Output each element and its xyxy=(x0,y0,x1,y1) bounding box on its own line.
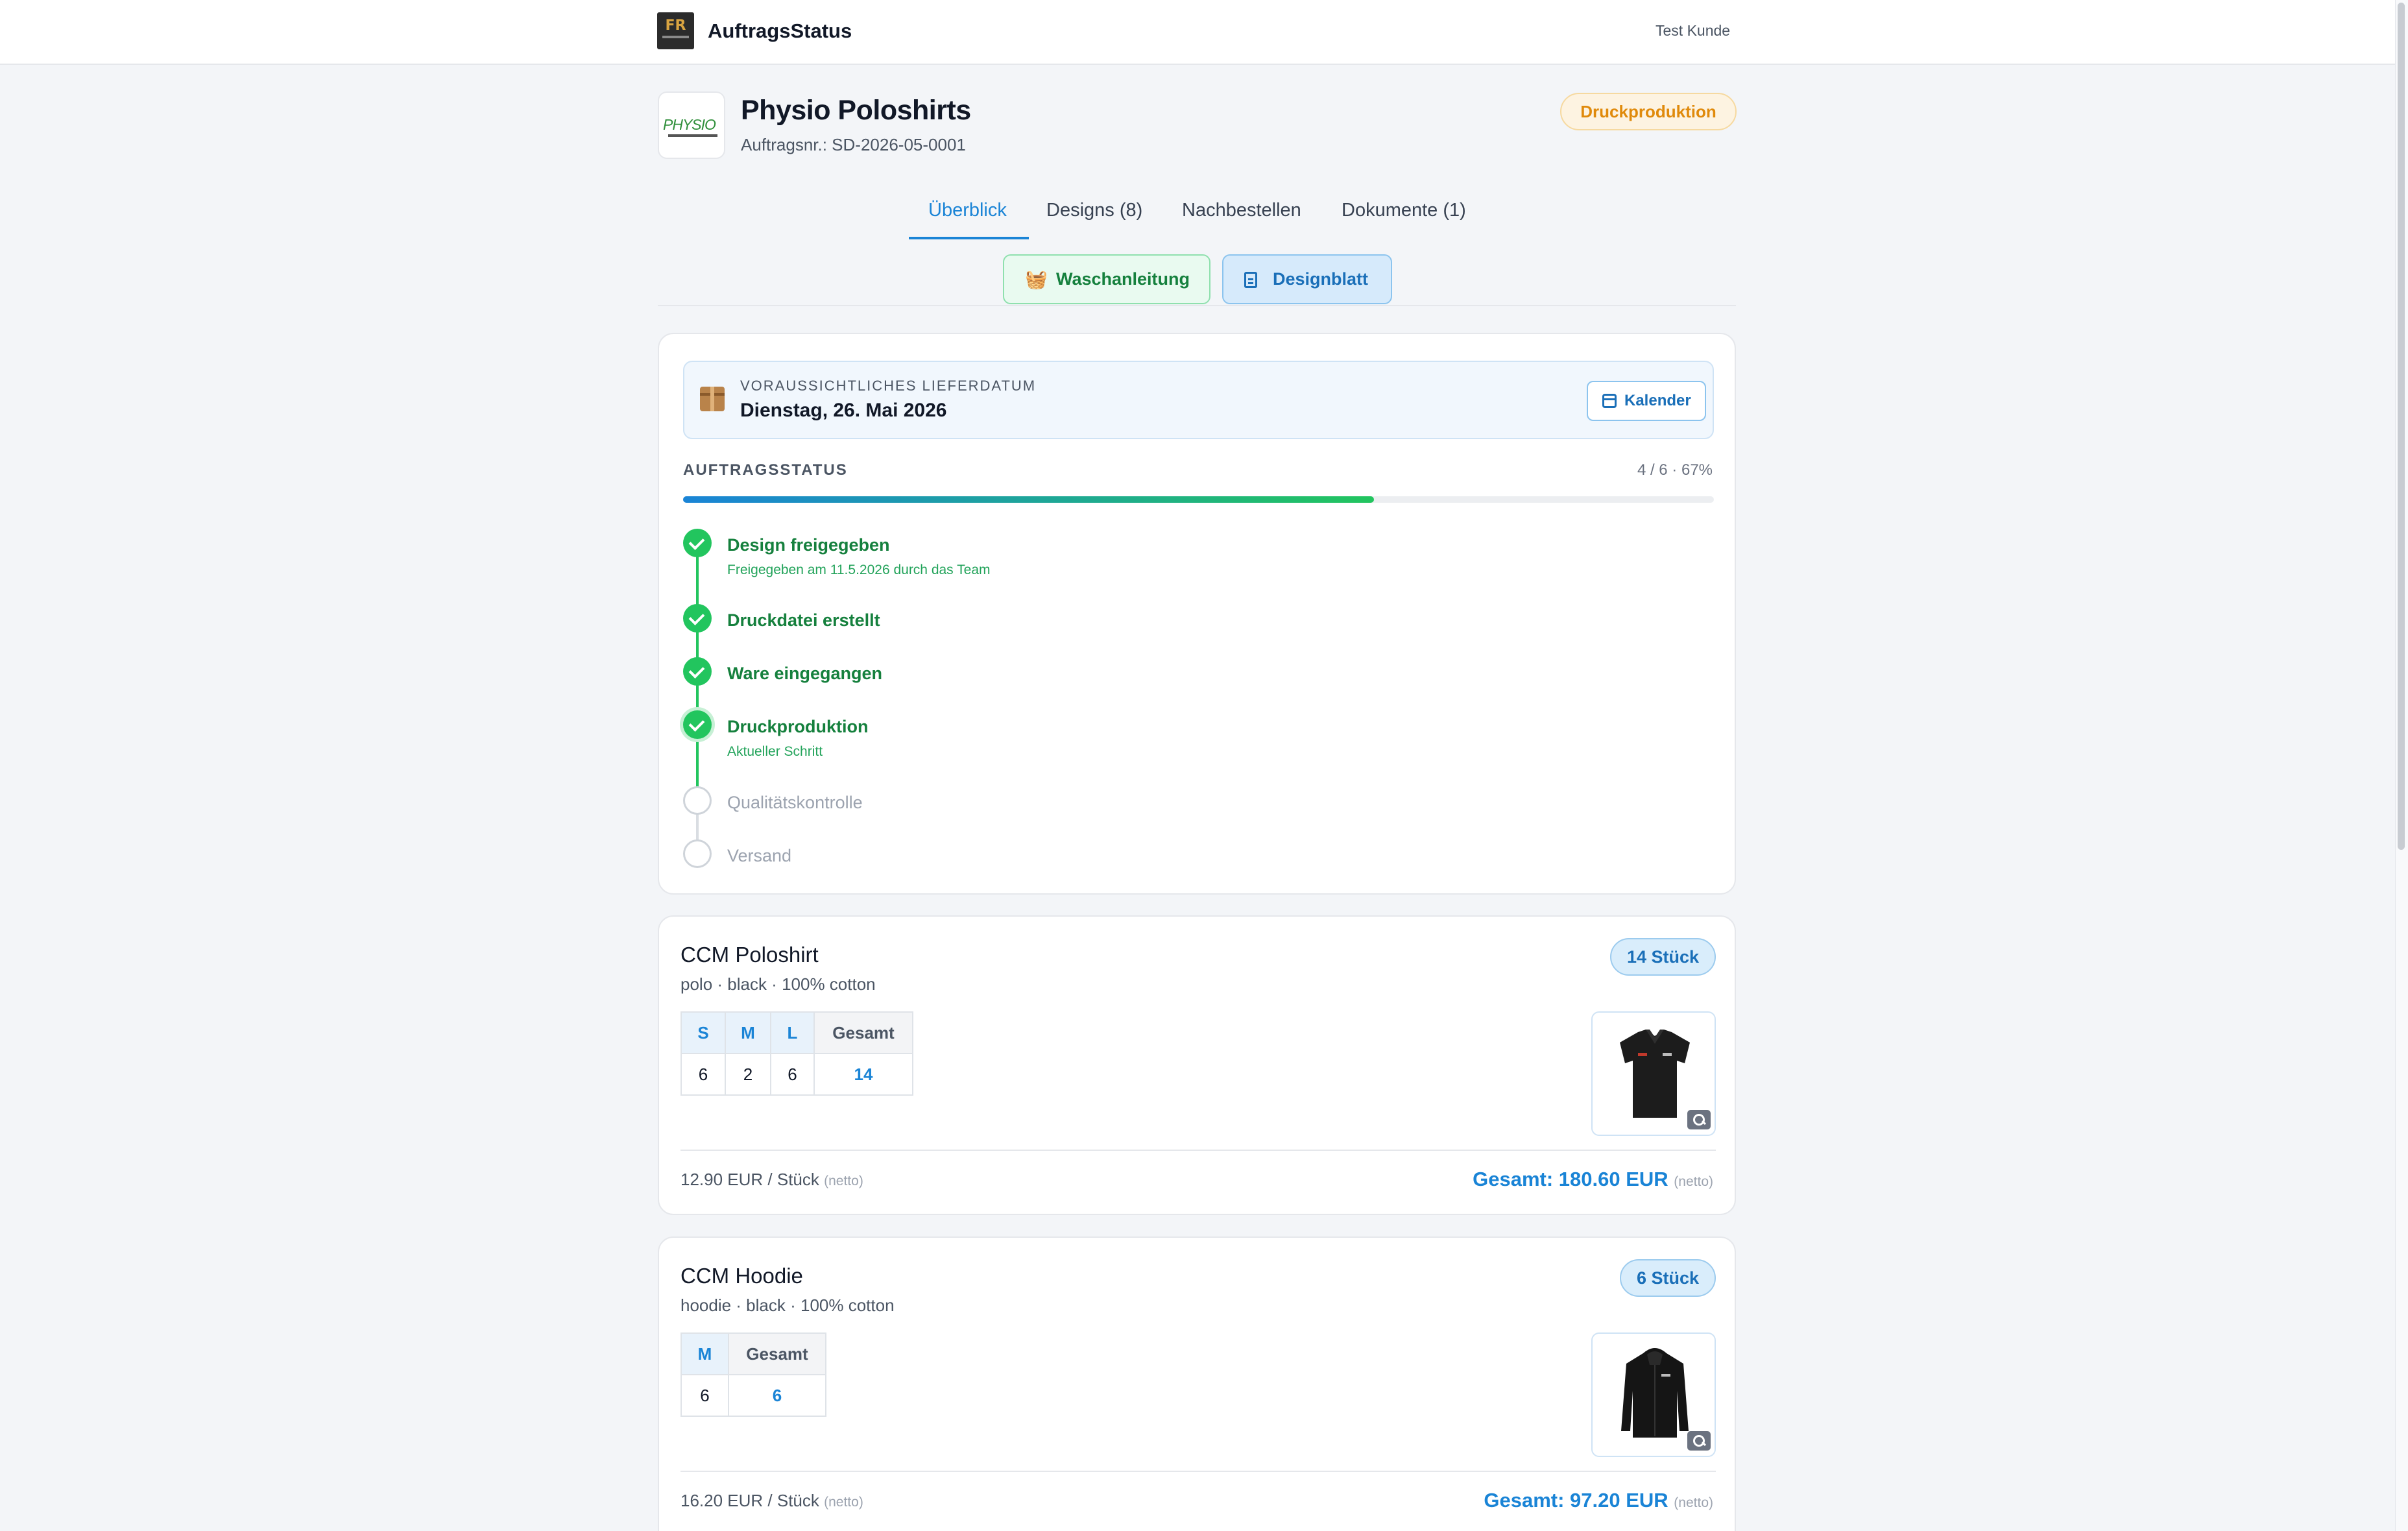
tab-overview[interactable]: Überblick xyxy=(928,200,1007,221)
tab-reorder[interactable]: Nachbestellen xyxy=(1182,200,1301,221)
order-title: Physio Poloshirts xyxy=(741,95,971,126)
netto-label: (netto) xyxy=(1674,1495,1713,1510)
size-amount: 6 xyxy=(680,1053,726,1096)
product-meta: polo · black · 100% cotton xyxy=(680,974,876,994)
product-meta: hoodie · black · 100% cotton xyxy=(680,1296,895,1315)
step-label: Druckproduktion xyxy=(727,717,869,736)
total-price: Gesamt: 180.60 EUR (netto) xyxy=(1473,1168,1713,1191)
brand-logo-text: FR xyxy=(665,18,686,34)
size-amount: 6 xyxy=(770,1053,815,1096)
step-label: Qualitätskontrolle xyxy=(727,793,863,812)
product-card: CCM Poloshirt polo · black · 100% cotton… xyxy=(658,915,1736,1215)
zoom-icon[interactable] xyxy=(1687,1431,1711,1451)
unit-price-value: 12.90 EUR / Stück xyxy=(680,1170,819,1189)
progress-title: AUFTRAGSSTATUS xyxy=(683,461,848,479)
product-image[interactable] xyxy=(1591,1332,1716,1457)
progress-count: 4 / 6 · 67% xyxy=(1637,461,1713,479)
customer-logo-tagline xyxy=(668,134,717,137)
size-header: L xyxy=(770,1011,815,1054)
delivery-date-box: VORAUSSICHTLICHES LIEFERDATUM Dienstag, … xyxy=(683,361,1714,439)
user-name[interactable]: Test Kunde xyxy=(1655,22,1730,40)
product-divider xyxy=(680,1471,1716,1472)
step-check-icon xyxy=(683,604,712,633)
delivery-date-label: VORAUSSICHTLICHES LIEFERDATUM xyxy=(740,378,1037,394)
step-check-icon xyxy=(683,529,712,557)
product-card: CCM Hoodie hoodie · black · 100% cotton … xyxy=(658,1236,1736,1531)
order-number: Auftragsnr.: SD-2026-05-0001 xyxy=(741,135,966,154)
size-header: M xyxy=(680,1332,729,1375)
brand-logo[interactable]: FR xyxy=(657,12,694,49)
step-pending-icon xyxy=(683,839,712,868)
design-sheet-label: Designblatt xyxy=(1273,269,1369,289)
document-icon xyxy=(1244,272,1257,288)
step-label: Ware eingegangen xyxy=(727,664,883,683)
size-header: M xyxy=(725,1011,771,1054)
wash-instructions-label: Waschanleitung xyxy=(1056,269,1190,289)
quantity-badge: 6 Stück xyxy=(1620,1259,1716,1297)
wash-instructions-button[interactable]: 🧺 Waschanleitung xyxy=(1003,254,1210,304)
size-amount: 6 xyxy=(680,1374,729,1417)
quantity-badge: 14 Stück xyxy=(1610,938,1716,976)
calendar-button-label: Kalender xyxy=(1624,392,1691,409)
calendar-icon xyxy=(1602,394,1617,408)
add-to-calendar-button[interactable]: Kalender xyxy=(1587,381,1706,421)
step-label: Versand xyxy=(727,846,792,865)
top-navigation-bar: FR AuftragsStatus Test Kunde xyxy=(0,0,2395,65)
size-total: 6 xyxy=(728,1374,826,1417)
total-price: Gesamt: 97.20 EUR (netto) xyxy=(1484,1489,1713,1512)
step-label: Design freigegeben xyxy=(727,535,890,555)
delivery-date: Dienstag, 26. Mai 2026 xyxy=(740,400,947,421)
basket-icon: 🧺 xyxy=(1025,269,1048,289)
package-icon xyxy=(700,387,725,411)
tab-documents[interactable]: Dokumente (1) xyxy=(1342,200,1466,221)
step-pending-icon xyxy=(683,786,712,815)
order-status-card: VORAUSSICHTLICHES LIEFERDATUM Dienstag, … xyxy=(658,333,1736,895)
unit-price: 16.20 EUR / Stück (netto) xyxy=(680,1491,863,1511)
product-divider xyxy=(680,1150,1716,1151)
customer-logo: PHYSIO xyxy=(658,91,725,159)
active-tab-indicator xyxy=(909,237,1029,239)
scrollbar-thumb[interactable] xyxy=(2398,3,2405,850)
step-current-icon xyxy=(683,710,712,739)
total-header: Gesamt xyxy=(728,1332,826,1375)
product-name: CCM Poloshirt xyxy=(680,943,819,967)
size-total: 14 xyxy=(813,1053,913,1096)
tabs-divider xyxy=(658,305,1736,306)
total-price-value: Gesamt: 97.20 EUR xyxy=(1484,1489,1668,1512)
size-table: M Gesamt 6 6 xyxy=(680,1332,826,1417)
step-note: Freigegeben am 11.5.2026 durch das Team xyxy=(727,562,991,577)
progress-bar xyxy=(683,496,1714,503)
brand-logo-underline xyxy=(662,36,689,38)
step-check-icon xyxy=(683,657,712,686)
total-header: Gesamt xyxy=(813,1011,913,1054)
size-header: S xyxy=(680,1011,726,1054)
netto-label: (netto) xyxy=(824,1174,863,1188)
order-status-badge: Druckproduktion xyxy=(1560,93,1737,130)
customer-logo-text: PHYSIO xyxy=(663,116,716,133)
product-name: CCM Hoodie xyxy=(680,1264,803,1288)
step-label: Druckdatei erstellt xyxy=(727,610,880,630)
tab-designs[interactable]: Designs (8) xyxy=(1046,200,1142,221)
size-amount: 2 xyxy=(725,1053,771,1096)
total-price-value: Gesamt: 180.60 EUR xyxy=(1473,1168,1668,1190)
unit-price-value: 16.20 EUR / Stück xyxy=(680,1491,819,1510)
app-title[interactable]: AuftragsStatus xyxy=(708,19,852,43)
design-sheet-button[interactable]: Designblatt xyxy=(1222,254,1392,304)
progress-bar-fill xyxy=(683,496,1374,503)
unit-price: 12.90 EUR / Stück (netto) xyxy=(680,1170,863,1190)
size-table: S M L Gesamt 6 2 6 14 xyxy=(680,1011,913,1096)
step-note: Aktueller Schritt xyxy=(727,744,823,759)
netto-label: (netto) xyxy=(824,1495,863,1510)
product-image[interactable] xyxy=(1591,1011,1716,1136)
zoom-icon[interactable] xyxy=(1687,1110,1711,1129)
timeline-connector xyxy=(696,551,699,605)
netto-label: (netto) xyxy=(1674,1174,1713,1189)
